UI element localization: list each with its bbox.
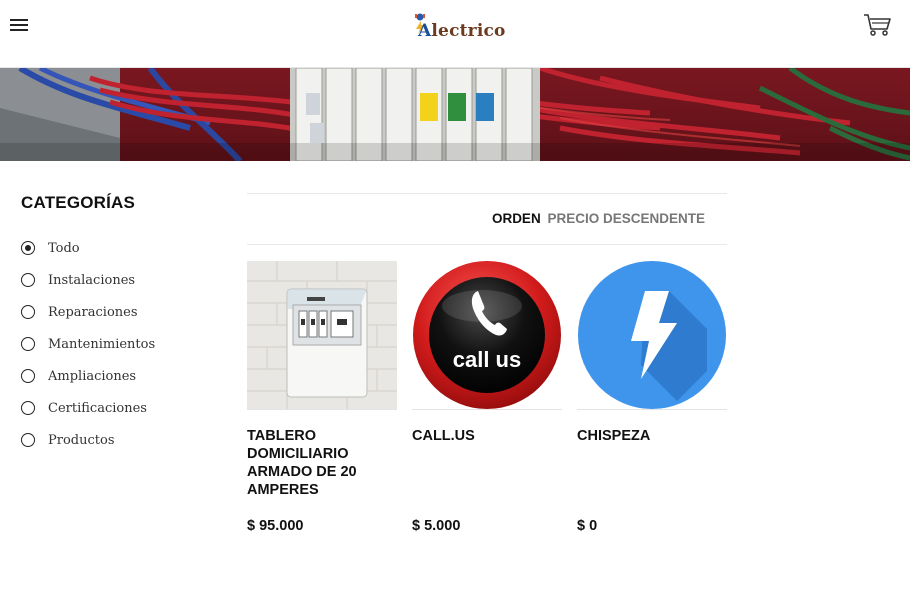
category-label: Instalaciones [48, 272, 136, 288]
category-sidebar: CATEGORÍAS Todo Instalaciones Reparacion… [21, 192, 221, 456]
categories-title: CATEGORÍAS [21, 193, 136, 212]
hamburger-menu-icon[interactable] [10, 16, 32, 34]
radio-icon[interactable] [21, 337, 35, 351]
radio-checked-icon[interactable] [21, 241, 35, 255]
radio-icon[interactable] [21, 401, 35, 415]
product-name[interactable]: CALL.US [412, 427, 562, 507]
logo-text-rest: lectrico [431, 21, 506, 41]
category-label: Productos [48, 432, 115, 448]
category-item-instalaciones[interactable]: Instalaciones [21, 264, 221, 296]
lightning-bolt-image[interactable] [577, 261, 727, 410]
category-item-productos[interactable]: Productos [21, 424, 221, 456]
sort-bar: ORDEN PRECIO DESCENDENTE [247, 193, 727, 245]
product-card[interactable]: CHISPEZA $ 0 [577, 261, 727, 534]
radio-icon[interactable] [21, 369, 35, 383]
sort-value: PRECIO DESCENDENTE [547, 211, 705, 226]
category-label: Reparaciones [48, 304, 138, 320]
product-price: $ 5.000 [412, 518, 461, 534]
product-price: $ 95.000 [247, 518, 304, 534]
call-us-button-image[interactable]: call us [412, 261, 562, 410]
radio-icon[interactable] [21, 273, 35, 287]
category-label: Todo [48, 240, 80, 256]
category-label: Mantenimientos [48, 336, 156, 352]
shopping-cart-icon[interactable] [862, 10, 892, 40]
svg-text:call us: call us [453, 347, 521, 372]
logo-text: Alectrico [418, 21, 506, 41]
category-item-reparaciones[interactable]: Reparaciones [21, 296, 221, 328]
radio-icon[interactable] [21, 305, 35, 319]
category-item-todo[interactable]: Todo [21, 232, 221, 264]
site-logo[interactable]: Alectrico [408, 12, 505, 42]
category-label: Certificaciones [48, 400, 147, 416]
category-item-mantenimientos[interactable]: Mantenimientos [21, 328, 221, 360]
product-price: $ 0 [577, 518, 598, 534]
product-card[interactable]: TABLERO DOMICILIARIO ARMADO DE 20 AMPERE… [247, 261, 397, 534]
product-name[interactable]: TABLERO DOMICILIARIO ARMADO DE 20 AMPERE… [247, 427, 397, 507]
radio-icon[interactable] [21, 433, 35, 447]
sort-dropdown[interactable]: ORDEN PRECIO DESCENDENTE [492, 211, 705, 226]
hero-banner-image [0, 68, 910, 161]
site-header: Alectrico [0, 0, 910, 68]
sort-label: ORDEN [491, 211, 541, 226]
electrical-panel-image[interactable] [247, 261, 397, 410]
category-item-ampliaciones[interactable]: Ampliaciones [21, 360, 221, 392]
product-card[interactable]: call us CALL.US $ 5.000 [412, 261, 562, 534]
product-name[interactable]: CHISPEZA [577, 427, 727, 507]
category-item-certificaciones[interactable]: Certificaciones [21, 392, 221, 424]
category-label: Ampliaciones [48, 368, 137, 384]
